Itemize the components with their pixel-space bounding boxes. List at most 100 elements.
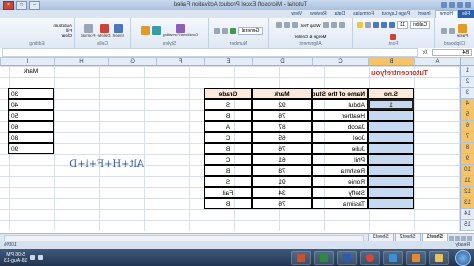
student-mark-cell[interactable]: 78 bbox=[252, 165, 312, 176]
student-grade-cell[interactable]: B bbox=[204, 198, 252, 209]
row-header-6[interactable]: 6 bbox=[460, 121, 474, 132]
bold-icon[interactable] bbox=[388, 22, 395, 29]
cell-styles-button[interactable] bbox=[140, 26, 150, 35]
student-grade-cell[interactable]: B bbox=[204, 165, 252, 176]
fill-color-icon[interactable] bbox=[356, 22, 363, 29]
close-button[interactable]: × bbox=[3, 0, 14, 10]
mark-reference-cell[interactable]: 90 bbox=[8, 143, 54, 154]
student-grade-cell[interactable]: S bbox=[204, 176, 252, 187]
align-right-icon[interactable] bbox=[276, 22, 283, 28]
column-header-f[interactable]: F bbox=[156, 58, 204, 66]
column-header-e[interactable]: E bbox=[204, 58, 252, 66]
student-sno-cell[interactable] bbox=[368, 154, 414, 165]
student-name-cell[interactable]: Steffy bbox=[312, 187, 368, 198]
last-sheet-icon[interactable] bbox=[449, 235, 454, 241]
row-header-14[interactable]: 14 bbox=[460, 209, 474, 220]
column-header-h[interactable]: H bbox=[54, 58, 108, 66]
student-mark-cell[interactable]: 92 bbox=[252, 99, 312, 110]
insert-function-icon[interactable]: fx bbox=[418, 50, 432, 56]
student-mark-cell[interactable]: 91 bbox=[252, 176, 312, 187]
clear-button[interactable]: Clear bbox=[61, 33, 72, 38]
underline-icon[interactable] bbox=[372, 22, 379, 29]
border-icon[interactable] bbox=[364, 22, 371, 29]
align-left-icon[interactable] bbox=[292, 22, 299, 28]
save-icon[interactable] bbox=[457, 2, 463, 8]
network-icon[interactable] bbox=[38, 255, 44, 260]
row-header-8[interactable]: 8 bbox=[460, 143, 474, 154]
number-format-select[interactable]: General bbox=[237, 26, 264, 35]
row-header-10[interactable]: 10 bbox=[460, 165, 474, 176]
merge-center-button[interactable]: Merge & Center bbox=[295, 34, 327, 39]
tab-data[interactable]: Data bbox=[331, 10, 350, 18]
student-sno-cell[interactable] bbox=[368, 121, 414, 132]
student-mark-cell[interactable]: 34 bbox=[252, 187, 312, 198]
mark-reference-cell[interactable]: 40 bbox=[8, 99, 54, 110]
student-name-cell[interactable]: Jacob bbox=[312, 121, 368, 132]
mark-reference-cell[interactable]: 80 bbox=[8, 132, 54, 143]
copy-icon[interactable] bbox=[440, 27, 447, 34]
wrap-text-button[interactable]: Wrap Text bbox=[300, 23, 320, 28]
student-name-cell[interactable]: Abdul bbox=[312, 99, 368, 110]
mark-reference-cell[interactable]: 60 bbox=[8, 121, 54, 132]
select-all-corner[interactable] bbox=[460, 58, 474, 66]
taskbar-app-explorer[interactable] bbox=[429, 250, 449, 265]
tab-file[interactable]: File bbox=[457, 10, 474, 18]
percent-icon[interactable] bbox=[221, 27, 228, 34]
student-name-cell[interactable]: Joel bbox=[312, 132, 368, 143]
insert-cells-button[interactable]: Insert bbox=[113, 23, 124, 38]
excel-icon[interactable] bbox=[465, 2, 471, 8]
student-sno-cell[interactable]: 1 bbox=[368, 99, 414, 110]
name-box[interactable]: B4 bbox=[432, 49, 472, 56]
italic-icon[interactable] bbox=[380, 22, 387, 29]
formula-input[interactable] bbox=[2, 48, 418, 57]
tab-review[interactable]: Review bbox=[306, 10, 330, 18]
student-grade-cell[interactable]: C bbox=[204, 154, 252, 165]
taskbar-app-excel[interactable] bbox=[314, 250, 334, 265]
taskbar-app-word[interactable] bbox=[337, 250, 357, 265]
mark-reference-cell[interactable]: 50 bbox=[8, 110, 54, 121]
font-color-icon[interactable] bbox=[390, 33, 397, 40]
taskbar-app-powerpoint[interactable] bbox=[291, 250, 311, 265]
next-sheet-icon[interactable] bbox=[455, 235, 460, 241]
student-mark-cell[interactable]: 87 bbox=[252, 121, 312, 132]
column-header-g[interactable]: G bbox=[108, 58, 156, 66]
student-name-cell[interactable]: Phil bbox=[312, 154, 368, 165]
student-sno-cell[interactable] bbox=[368, 187, 414, 198]
student-mark-cell[interactable]: 61 bbox=[252, 154, 312, 165]
clock[interactable]: 5:06 PM 18-Aug-13 bbox=[4, 252, 27, 264]
zoom-level[interactable]: 100% bbox=[4, 242, 17, 248]
student-name-cell[interactable]: Tasiima bbox=[312, 198, 368, 209]
row-header-5[interactable]: 5 bbox=[460, 110, 474, 121]
student-name-cell[interactable]: Reshma bbox=[312, 165, 368, 176]
mark-reference-header[interactable]: Mark bbox=[8, 66, 54, 77]
student-grade-cell[interactable]: Fail bbox=[204, 187, 252, 198]
align-center-icon[interactable] bbox=[284, 22, 291, 28]
column-header-c[interactable]: C bbox=[312, 58, 368, 66]
row-header-4[interactable]: 4 bbox=[460, 99, 474, 110]
tab-home[interactable]: Home bbox=[434, 10, 458, 18]
tab-view[interactable]: View bbox=[287, 10, 306, 18]
first-sheet-icon[interactable] bbox=[467, 235, 472, 241]
comma-icon[interactable] bbox=[213, 27, 220, 34]
row-header-1[interactable]: 1 bbox=[460, 66, 474, 77]
mark-reference-cell[interactable]: 30 bbox=[8, 88, 54, 99]
student-mark-cell[interactable]: 76 bbox=[252, 198, 312, 209]
student-grade-cell[interactable]: S bbox=[204, 99, 252, 110]
student-sno-cell[interactable] bbox=[368, 176, 414, 187]
format-cells-button[interactable]: Format bbox=[81, 23, 96, 38]
delete-cells-button[interactable]: Delete bbox=[98, 23, 111, 38]
taskbar-app-media[interactable] bbox=[406, 250, 426, 265]
volume-icon[interactable] bbox=[30, 255, 36, 260]
align-bottom-icon[interactable] bbox=[322, 22, 329, 28]
table-header-grade[interactable]: Grade bbox=[204, 88, 252, 99]
minimize-button[interactable]: – bbox=[29, 0, 40, 10]
student-sno-cell[interactable] bbox=[368, 143, 414, 154]
table-header-name[interactable]: Name of the Student bbox=[312, 88, 368, 99]
table-header-mark[interactable]: Mark bbox=[252, 88, 312, 99]
column-header-b[interactable]: B bbox=[368, 58, 414, 66]
conditional-formatting-button[interactable]: Conditional Formatting bbox=[163, 24, 198, 37]
student-grade-cell[interactable]: B bbox=[204, 110, 252, 121]
row-header-2[interactable]: 2 bbox=[460, 77, 474, 88]
student-mark-cell[interactable]: 65 bbox=[252, 132, 312, 143]
student-grade-cell[interactable]: C bbox=[204, 132, 252, 143]
